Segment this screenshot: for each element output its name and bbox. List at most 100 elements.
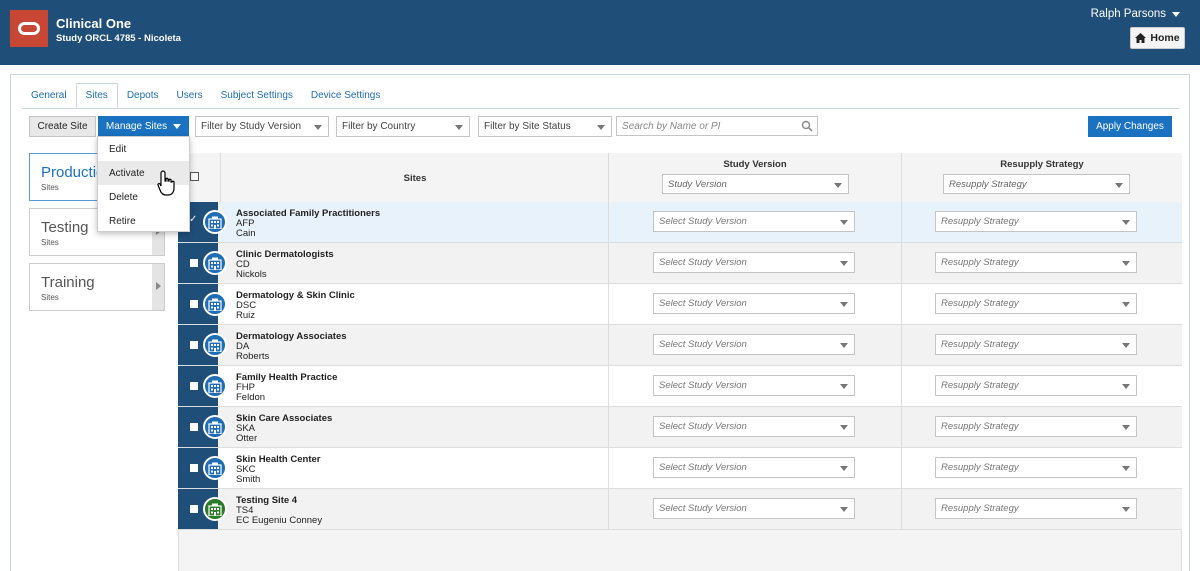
resupply-strategy-select[interactable]: Resupply Strategy: [935, 375, 1137, 396]
chevron-down-icon: [840, 425, 848, 430]
row-checkbox[interactable]: ✓: [189, 214, 197, 225]
tab-users[interactable]: Users: [168, 83, 212, 108]
building-icon: [203, 374, 227, 398]
tab-depots[interactable]: Depots: [118, 83, 168, 108]
chevron-down-icon: [1122, 425, 1130, 430]
tab-bar: General Sites Depots Users Subject Setti…: [22, 83, 389, 108]
menu-item-edit[interactable]: Edit: [98, 137, 189, 161]
home-button[interactable]: Home: [1130, 27, 1185, 49]
user-name: Ralph Parsons: [1090, 8, 1166, 20]
site-pi: Nickols: [236, 269, 267, 280]
site-name: Associated Family Practitioners: [236, 208, 381, 219]
resupply-strategy-select[interactable]: Resupply Strategy: [935, 252, 1137, 273]
resupply-strategy-select[interactable]: Resupply Strategy: [935, 498, 1137, 519]
chevron-down-icon: [1172, 11, 1180, 17]
study-version-filter-select[interactable]: Study Version: [662, 174, 849, 194]
building-icon: [203, 251, 227, 275]
table-row[interactable]: Family Health Practice FHP Feldon Select St…: [178, 366, 1182, 407]
site-name: Dermatology Associates: [236, 331, 347, 342]
study-version-select[interactable]: Select Study Version: [653, 334, 855, 355]
chevron-down-icon: [840, 220, 848, 225]
filter-country-select[interactable]: Filter by Country: [336, 116, 470, 137]
table-header: Sites Study Version Study Version Resupp…: [178, 153, 1182, 204]
chevron-down-icon: [840, 507, 848, 512]
home-icon: [1135, 33, 1147, 43]
tab-general[interactable]: General: [22, 83, 76, 108]
env-card-training[interactable]: Training Sites: [29, 263, 165, 311]
study-version-select[interactable]: Select Study Version: [653, 293, 855, 314]
create-site-button[interactable]: Create Site: [29, 116, 96, 137]
site-pi: Otter: [236, 433, 258, 444]
chevron-down-icon: [314, 125, 322, 130]
study-version-select[interactable]: Select Study Version: [653, 375, 855, 396]
user-menu[interactable]: Ralph Parsons: [1091, 8, 1180, 20]
row-checkbox[interactable]: [190, 259, 198, 267]
study-version-select[interactable]: Select Study Version: [653, 498, 855, 519]
table-row[interactable]: Dermatology Associates DA Roberts Select St…: [178, 325, 1182, 366]
table-row[interactable]: Skin Health Center SKC Smith Select Study V…: [178, 448, 1182, 489]
chevron-down-icon: [834, 183, 842, 188]
hand-cursor-icon: [157, 170, 175, 196]
resupply-strategy-select[interactable]: Resupply Strategy: [935, 416, 1137, 437]
row-checkbox[interactable]: [190, 300, 198, 308]
table-row[interactable]: Testing Site 4 TS4 EC Eugeniu Conney Select…: [178, 489, 1182, 530]
menu-item-retire[interactable]: Retire: [98, 209, 189, 233]
filter-study-version-select[interactable]: Filter by Study Version: [195, 116, 329, 137]
row-checkbox[interactable]: [190, 464, 198, 472]
resupply-strategy-select[interactable]: Resupply Strategy: [935, 334, 1137, 355]
chevron-down-icon: [455, 125, 463, 130]
table-row[interactable]: ✓ Associated Family Practitioners AFP Cain S…: [178, 202, 1182, 243]
study-version-select[interactable]: Select Study Version: [653, 457, 855, 478]
chevron-down-icon: [1122, 384, 1130, 389]
chevron-down-icon: [1122, 302, 1130, 307]
resupply-filter-select[interactable]: Resupply Strategy: [943, 174, 1130, 194]
chevron-down-icon: [840, 261, 848, 266]
filter-site-status-select[interactable]: Filter by Site Status: [478, 116, 612, 137]
resupply-strategy-select[interactable]: Resupply Strategy: [935, 211, 1137, 232]
site-pi: Feldon: [236, 392, 266, 403]
chevron-down-icon: [1122, 220, 1130, 225]
chevron-down-icon: [173, 124, 182, 129]
site-pi: EC Eugeniu Conney: [236, 515, 323, 526]
tab-divider: [22, 108, 1179, 109]
study-version-select[interactable]: Select Study Version: [653, 252, 855, 273]
chevron-down-icon: [1122, 466, 1130, 471]
site-pi: Ruiz: [236, 310, 256, 321]
chevron-down-icon: [1122, 507, 1130, 512]
site-pi: Smith: [236, 474, 261, 485]
select-all-checkbox[interactable]: [190, 172, 199, 181]
chevron-down-icon: [1122, 343, 1130, 348]
chevron-down-icon: [840, 343, 848, 348]
row-checkbox[interactable]: [190, 382, 198, 390]
row-checkbox[interactable]: [190, 341, 198, 349]
tab-sites[interactable]: Sites: [75, 83, 118, 108]
site-pi: Cain: [236, 228, 256, 239]
column-header-study-version: Study Version Study Version: [608, 153, 901, 204]
building-icon: [203, 456, 227, 480]
table-row[interactable]: Skin Care Associates SKA Otter Select Study…: [178, 407, 1182, 448]
tab-device-settings[interactable]: Device Settings: [302, 83, 389, 108]
table-row[interactable]: Dermatology & Skin Clinic DSC Ruiz Select S…: [178, 284, 1182, 325]
chevron-right-icon: [156, 282, 161, 290]
study-title: Study ORCL 4785 - Nicoleta: [56, 33, 181, 44]
app-header: Clinical One Study ORCL 4785 - Nicoleta …: [0, 0, 1200, 65]
chevron-down-icon: [840, 466, 848, 471]
apply-changes-button[interactable]: Apply Changes: [1088, 116, 1172, 137]
resupply-strategy-select[interactable]: Resupply Strategy: [935, 457, 1137, 478]
site-name: Clinic Dermatologists: [236, 249, 334, 260]
oracle-logo[interactable]: [10, 10, 48, 47]
chevron-down-icon: [840, 384, 848, 389]
row-checkbox[interactable]: [190, 505, 198, 513]
table-row[interactable]: Clinic Dermatologists CD Nickols Select Stu…: [178, 243, 1182, 284]
search-icon[interactable]: [801, 120, 813, 132]
study-version-select[interactable]: Select Study Version: [653, 416, 855, 437]
building-icon: [203, 210, 227, 234]
search-input[interactable]: Search by Name or PI: [616, 116, 818, 136]
study-version-select[interactable]: Select Study Version: [653, 211, 855, 232]
manage-sites-button[interactable]: Manage Sites: [98, 116, 189, 137]
tab-subject-settings[interactable]: Subject Settings: [212, 83, 302, 108]
app-title: Clinical One: [56, 16, 132, 31]
chevron-down-icon: [597, 125, 605, 130]
resupply-strategy-select[interactable]: Resupply Strategy: [935, 293, 1137, 314]
row-checkbox[interactable]: [190, 423, 198, 431]
